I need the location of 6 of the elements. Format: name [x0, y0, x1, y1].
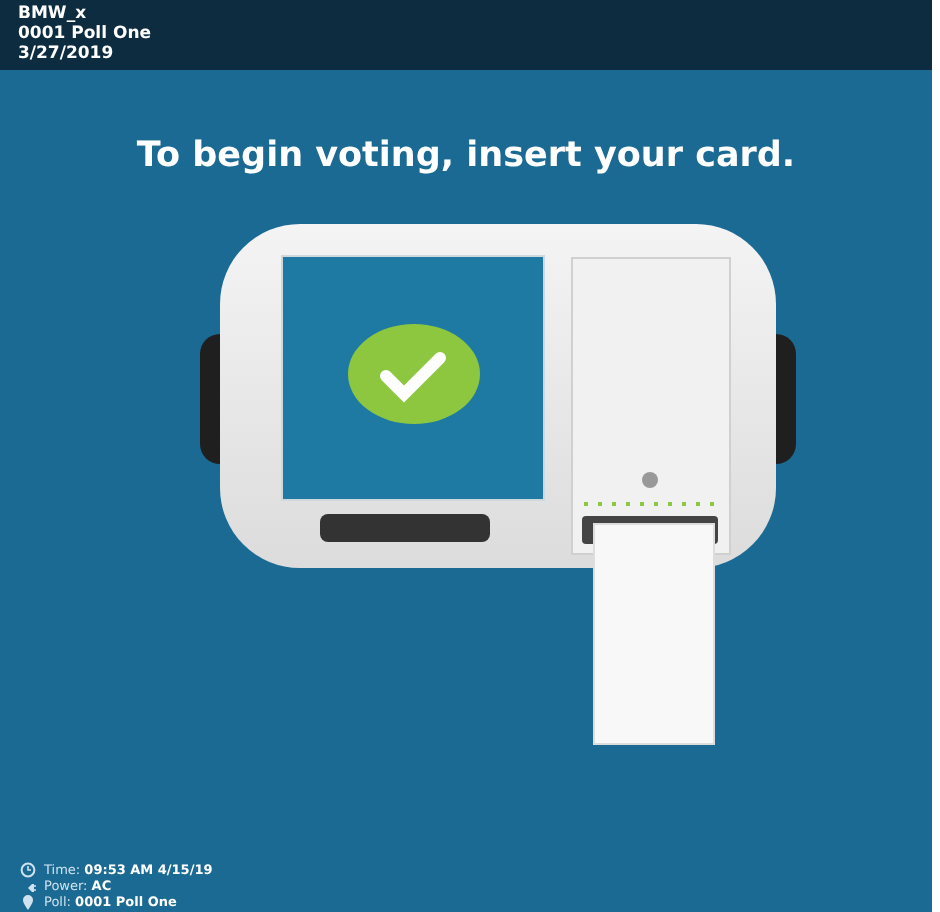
- prompt-heading: To begin voting, insert your card.: [134, 136, 798, 178]
- header-text: BMW_x: [18, 4, 89, 24]
- map-pin-icon: [20, 894, 36, 910]
- header-text: 3/27/2019: [18, 44, 116, 64]
- header-text: 0001 Poll One: [18, 24, 154, 44]
- clock-icon: [20, 862, 36, 878]
